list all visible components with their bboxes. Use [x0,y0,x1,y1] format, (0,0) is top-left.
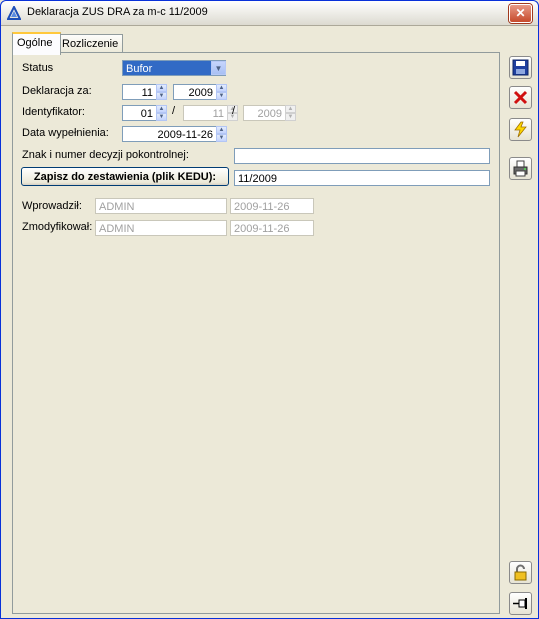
zapisz-kedu-button[interactable]: Zapisz do zestawienia (plik KEDU): [21,167,229,186]
lock-button[interactable] [509,561,532,584]
identyfikator-part1-spinner[interactable]: ▲ ▼ [156,105,167,121]
print-button[interactable] [509,157,532,180]
deklaracja-year-field[interactable]: 2009 [173,84,217,100]
pin-icon [513,598,527,609]
deklaracja-month-field[interactable]: 11 [122,84,157,100]
cancel-button[interactable] [509,86,532,109]
action-button[interactable] [509,118,532,141]
pin-button[interactable] [509,592,532,615]
deklaracja-month-spinner[interactable]: ▲ ▼ [156,84,167,100]
identyfikator-part2-field: 11 [183,105,228,121]
znak-field[interactable] [234,148,490,164]
data-wypelnienia-field[interactable]: 2009-11-26 [122,126,217,142]
zmodyfikowal-label: Zmodyfikował: [22,221,93,233]
wprowadzil-user-field: ADMIN [95,198,227,214]
zmodyfikowal-user-field: ADMIN [95,220,227,236]
lightning-icon [514,121,527,138]
identyfikator-separator: / [232,105,236,117]
print-icon [513,160,528,177]
title-bar: Deklaracja ZUS DRA za m-c 11/2009 ✕ [1,1,538,26]
wprowadzil-label: Wprowadził: [22,200,82,212]
dialog-window: Deklaracja ZUS DRA za m-c 11/2009 ✕ Ogól… [0,0,539,619]
identyfikator-part1-field[interactable]: 01 [122,105,157,121]
window-title: Deklaracja ZUS DRA za m-c 11/2009 [27,6,208,18]
deklaracja-label: Deklaracja za: [22,85,92,97]
deklaracja-year-spinner[interactable]: ▲ ▼ [216,84,227,100]
cancel-icon [513,90,528,105]
zmodyfikowal-date-field: 2009-11-26 [230,220,314,236]
data-wypelnienia-label: Data wypełnienia: [22,127,109,139]
kedu-field[interactable]: 11/2009 [234,170,490,186]
save-button[interactable] [509,56,532,79]
close-window-button[interactable]: ✕ [509,4,532,23]
tab-ogolne[interactable]: Ogólne [12,32,61,55]
identyfikator-label: Identyfikator: [22,106,85,118]
status-value: Bufor [126,63,153,75]
tab-rozliczenie[interactable]: Rozliczenie [57,34,123,53]
wprowadzil-date-field: 2009-11-26 [230,198,314,214]
status-label: Status [22,62,54,74]
identyfikator-part3-spinner: ▲ ▼ [285,105,296,121]
app-logo-icon [7,6,21,20]
identyfikator-part3-field: 2009 [243,105,286,121]
znak-label: Znak i numer decyzji pokontrolnej: [22,149,189,161]
save-icon [512,59,529,76]
data-wypelnienia-spinner[interactable]: ▲ ▼ [216,126,227,142]
chevron-down-icon[interactable]: ▼ [211,61,226,75]
lock-icon [514,564,527,581]
identyfikator-separator: / [172,105,176,117]
